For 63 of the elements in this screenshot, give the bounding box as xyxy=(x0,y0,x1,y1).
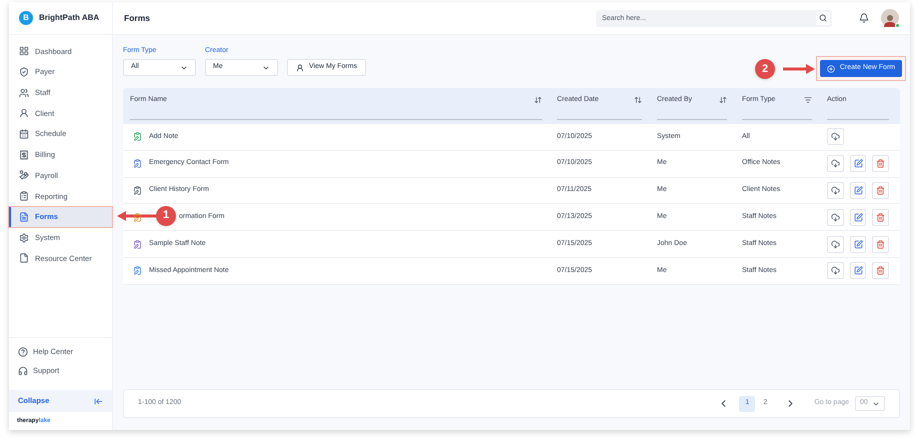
filter-icon[interactable] xyxy=(804,96,812,104)
download-icon xyxy=(830,186,840,195)
search-button[interactable] xyxy=(814,10,832,26)
trash-icon xyxy=(876,240,886,249)
delete-button[interactable] xyxy=(872,182,890,199)
arrow-icon xyxy=(117,210,158,220)
document-icon xyxy=(19,212,29,222)
collapse-icon[interactable] xyxy=(94,396,103,406)
edit-button[interactable] xyxy=(850,182,866,199)
download-button[interactable] xyxy=(827,182,844,199)
download-button[interactable] xyxy=(827,236,844,253)
sort-icon[interactable] xyxy=(534,96,542,104)
trash-icon xyxy=(876,159,886,168)
download-button[interactable] xyxy=(827,155,844,172)
download-button[interactable] xyxy=(827,208,844,226)
page-icon xyxy=(19,253,29,264)
download-icon xyxy=(830,159,840,168)
headset-icon xyxy=(18,366,28,376)
grid-icon xyxy=(19,46,29,56)
edit-button[interactable] xyxy=(850,262,866,280)
bell-icon[interactable] xyxy=(859,13,869,23)
download-icon xyxy=(830,240,840,249)
search-icon xyxy=(819,14,827,22)
download-icon xyxy=(830,212,840,222)
edit-button[interactable] xyxy=(850,208,866,226)
page-title: Forms xyxy=(124,12,150,24)
plus-icon xyxy=(826,64,835,72)
calendar-icon xyxy=(19,129,29,140)
arrow-icon xyxy=(783,64,815,74)
edit-icon xyxy=(854,212,862,222)
download-icon xyxy=(830,266,840,276)
trash-icon xyxy=(876,212,886,222)
edit-icon xyxy=(854,186,862,195)
edit-icon xyxy=(854,159,862,168)
delete-button[interactable] xyxy=(872,262,890,280)
clipboard-icon xyxy=(19,191,29,202)
brand-name: BrightPath ABA xyxy=(39,12,100,24)
person-icon xyxy=(883,13,897,27)
sort-icon[interactable] xyxy=(719,96,727,104)
avatar[interactable] xyxy=(881,9,899,27)
download-icon xyxy=(831,132,840,142)
edit-icon xyxy=(854,266,862,276)
delete-button[interactable] xyxy=(872,208,890,226)
trash-icon xyxy=(876,186,886,195)
edit-icon xyxy=(854,240,862,249)
people-icon xyxy=(19,88,29,98)
receipt-icon xyxy=(19,150,29,160)
edit-button[interactable] xyxy=(850,236,866,253)
download-button[interactable] xyxy=(827,128,844,146)
delete-button[interactable] xyxy=(872,155,890,172)
coins-icon xyxy=(19,170,29,180)
gear-icon xyxy=(19,232,29,243)
person-icon xyxy=(19,108,29,118)
step-number: 2 xyxy=(755,59,775,79)
delete-button[interactable] xyxy=(872,236,890,253)
trash-icon xyxy=(876,266,886,276)
help-icon xyxy=(18,346,28,356)
shield-icon xyxy=(19,67,29,78)
brand-logo: B xyxy=(19,11,33,25)
person-icon xyxy=(296,64,304,72)
sort-icon[interactable] xyxy=(634,96,642,104)
edit-button[interactable] xyxy=(850,155,866,172)
download-button[interactable] xyxy=(827,262,844,280)
